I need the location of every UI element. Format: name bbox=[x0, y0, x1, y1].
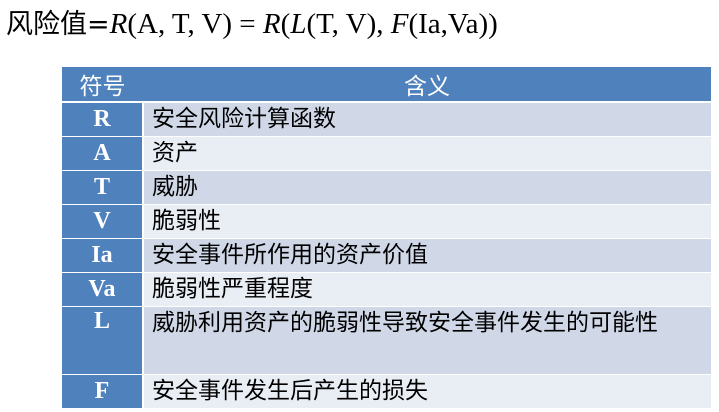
symbol-table: 符号 含义 R 安全风险计算函数 A 资产 T 威胁 V 脆弱性 Ia 安全事件… bbox=[62, 67, 711, 409]
row-meaning: 安全事件所作用的资产价值 bbox=[143, 237, 711, 273]
formula-lead: 风险值= bbox=[6, 9, 110, 40]
row-symbol: L bbox=[62, 305, 144, 375]
formula-f-args: (Ia,Va)) bbox=[408, 8, 498, 40]
row-symbol: R bbox=[62, 101, 144, 137]
formula-function-l: L bbox=[290, 8, 307, 40]
table-row: T 威胁 bbox=[62, 169, 711, 205]
row-symbol: V bbox=[62, 203, 144, 239]
table-row: R 安全风险计算函数 bbox=[62, 101, 711, 137]
row-meaning: 威胁 bbox=[143, 169, 711, 205]
row-meaning: 脆弱性 bbox=[143, 203, 711, 239]
row-symbol: T bbox=[62, 169, 144, 205]
table-row: Ia 安全事件所作用的资产价值 bbox=[62, 237, 711, 273]
row-symbol: A bbox=[62, 135, 144, 171]
row-symbol: Va bbox=[62, 271, 144, 307]
formula-function-r-2: R bbox=[262, 8, 281, 40]
table-row: L 威胁利用资产的脆弱性导致安全事件发生的可能性 bbox=[62, 305, 711, 375]
formula-function-r: R bbox=[109, 8, 128, 40]
header-symbol: 符号 bbox=[62, 67, 143, 103]
table-header-row: 符号 含义 bbox=[62, 67, 711, 103]
row-meaning: 安全风险计算函数 bbox=[143, 101, 711, 137]
table-row: Va 脆弱性严重程度 bbox=[62, 271, 711, 307]
table-row: V 脆弱性 bbox=[62, 203, 711, 239]
formula-l-args: (T, V), bbox=[306, 8, 391, 40]
row-meaning: 脆弱性严重程度 bbox=[143, 271, 711, 307]
formula-paren-open: ( bbox=[280, 8, 291, 40]
row-symbol: Ia bbox=[62, 237, 144, 273]
header-meaning: 含义 bbox=[143, 67, 711, 103]
formula-args: (A, T, V) = bbox=[127, 8, 263, 40]
row-meaning: 威胁利用资产的脆弱性导致安全事件发生的可能性 bbox=[143, 305, 711, 375]
row-meaning: 安全事件发生后产生的损失 bbox=[143, 373, 711, 409]
table-row: A 资产 bbox=[62, 135, 711, 171]
row-symbol: F bbox=[62, 373, 144, 409]
risk-formula: 风险值=R(A, T, V) = R(L(T, V), F(Ia,Va)) bbox=[6, 6, 498, 43]
table-row: F 安全事件发生后产生的损失 bbox=[62, 373, 711, 409]
formula-function-f: F bbox=[390, 8, 409, 40]
row-meaning: 资产 bbox=[143, 135, 711, 171]
